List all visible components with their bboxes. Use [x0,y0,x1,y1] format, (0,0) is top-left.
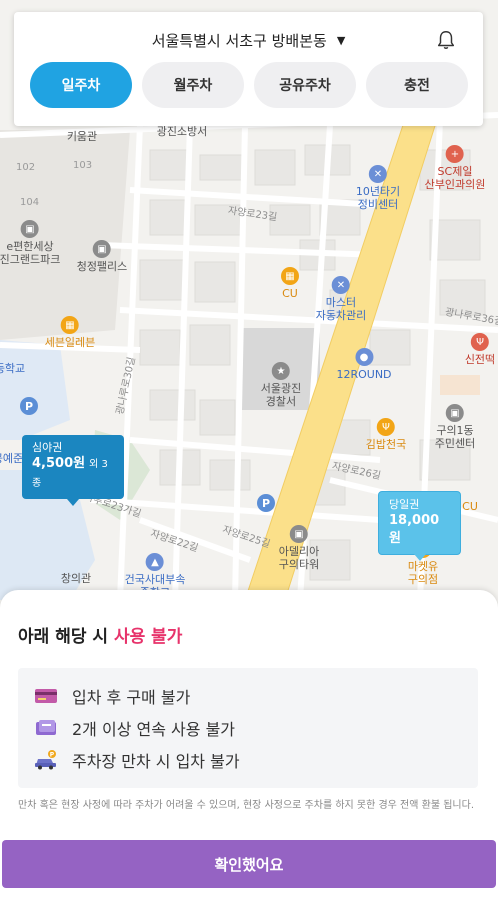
price-bubble-night[interactable]: 심야권 4,500원 외 3종 [22,435,124,506]
bubble-price: 18,000원 [389,513,440,546]
notice-item: 입차 후 구매 불가 [34,680,462,712]
wrench-icon: ✕ [368,165,387,183]
parking-pin-icon[interactable]: P [257,494,275,512]
poi-cu[interactable]: ▦ CU [281,267,299,300]
poi-sc-hospital[interactable]: + SC제일 산부인과의원 [425,145,485,191]
building-number: 104 [20,197,40,208]
store-icon: ▦ [281,267,299,285]
tab-monthly[interactable]: 월주차 [142,62,244,108]
poi-park-left[interactable]: 공예준 [0,452,23,465]
restaurant-icon: Ψ [471,333,489,351]
poi-cu-2[interactable]: CU [462,500,478,513]
notice-sheet: 아래 해당 시 사용 불가 입차 후 구매 불가 2개 이상 연속 사용 불가 … [0,590,498,901]
top-card: 서울특별시 서초구 방배본동 ▼ 일주차 월주차 공유주차 충전 [14,12,483,126]
poi-12round[interactable]: ● 12ROUND [336,348,392,381]
card-icon [35,689,57,703]
building-icon: ▣ [20,220,39,238]
poi-sinjeon[interactable]: Ψ 신전떡 [465,333,495,366]
parking-type-tabs: 일주차 월주차 공유주차 충전 [30,62,468,108]
car-parking-icon: P [35,750,56,770]
parking-pin-icon[interactable]: P [20,397,38,415]
building-icon: ▣ [289,525,308,543]
notice-list: 입차 후 구매 불가 2개 이상 연속 사용 불가 P 주차장 만차 시 입차 … [18,668,478,788]
tab-shared[interactable]: 공유주차 [254,62,356,108]
poi-guui-center[interactable]: ▣ 구의1동 주민센터 [435,404,475,450]
building-number: 102 [16,162,36,173]
bubble-label: 심야권 [32,441,63,454]
poi-school-left[interactable]: 등학교 [0,362,25,375]
svg-text:P: P [50,752,55,759]
wrench-icon: ✕ [331,276,350,294]
police-icon: ★ [271,362,290,380]
restaurant-icon: Ψ [376,418,395,436]
building-number: 103 [73,160,93,171]
notice-item: 2개 이상 연속 사용 불가 [34,712,462,744]
caret-down-icon: ▼ [336,34,346,47]
poi-kiumgwan[interactable]: 키움관 [67,130,97,143]
tab-daily[interactable]: 일주차 [30,62,132,108]
place-icon: ● [355,348,373,366]
poi-tenyear[interactable]: ✕ 10년타기 정비센터 [356,165,400,211]
poi-master-auto[interactable]: ✕ 마스터 자동차관리 [316,276,366,322]
poi-seven-eleven[interactable]: ▦ 세븐일레븐 [45,316,95,349]
building-icon: ▣ [445,404,464,422]
poi-gimbap[interactable]: Ψ 김밥천국 [366,418,406,451]
notice-item: P 주차장 만차 시 입차 불가 [34,744,462,776]
poi-changuigwan[interactable]: 창의관 [61,572,91,585]
tab-charging[interactable]: 충전 [366,62,468,108]
poi-fire-station[interactable]: 광진소방서 [157,125,208,138]
building-icon: ▣ [92,240,111,258]
confirm-button[interactable]: 확인했어요 [2,840,496,888]
address-selector[interactable]: 서울특별시 서초구 방배본동 ▼ [14,30,483,51]
bell-icon[interactable] [435,29,457,51]
price-bubble-day[interactable]: 당일권 18,000원 [378,491,461,561]
fine-print: 만차 혹은 현장 사정에 따라 주차가 어려울 수 있으며, 현장 사정으로 주… [18,800,474,811]
sheet-title: 아래 해당 시 사용 불가 [18,627,183,647]
school-icon: ▲ [145,553,164,571]
poi-grandpark[interactable]: ▣ e편한세상 진그랜드파크 [0,220,60,266]
store-icon: ▦ [60,316,79,334]
bubble-label: 당일권 [389,498,420,511]
hospital-icon: + [445,145,464,163]
poi-police[interactable]: ★ 서울광진 경찰서 [261,362,301,408]
address-text: 서울특별시 서초구 방배본동 [151,32,327,50]
bubble-price: 4,500원 외 3종 [32,456,108,489]
poi-amelia[interactable]: ▣ 아델리아 구의타워 [279,525,319,571]
poi-cheongjeong[interactable]: ▣ 청정팰리스 [77,240,127,273]
ticket-icon [36,720,56,735]
